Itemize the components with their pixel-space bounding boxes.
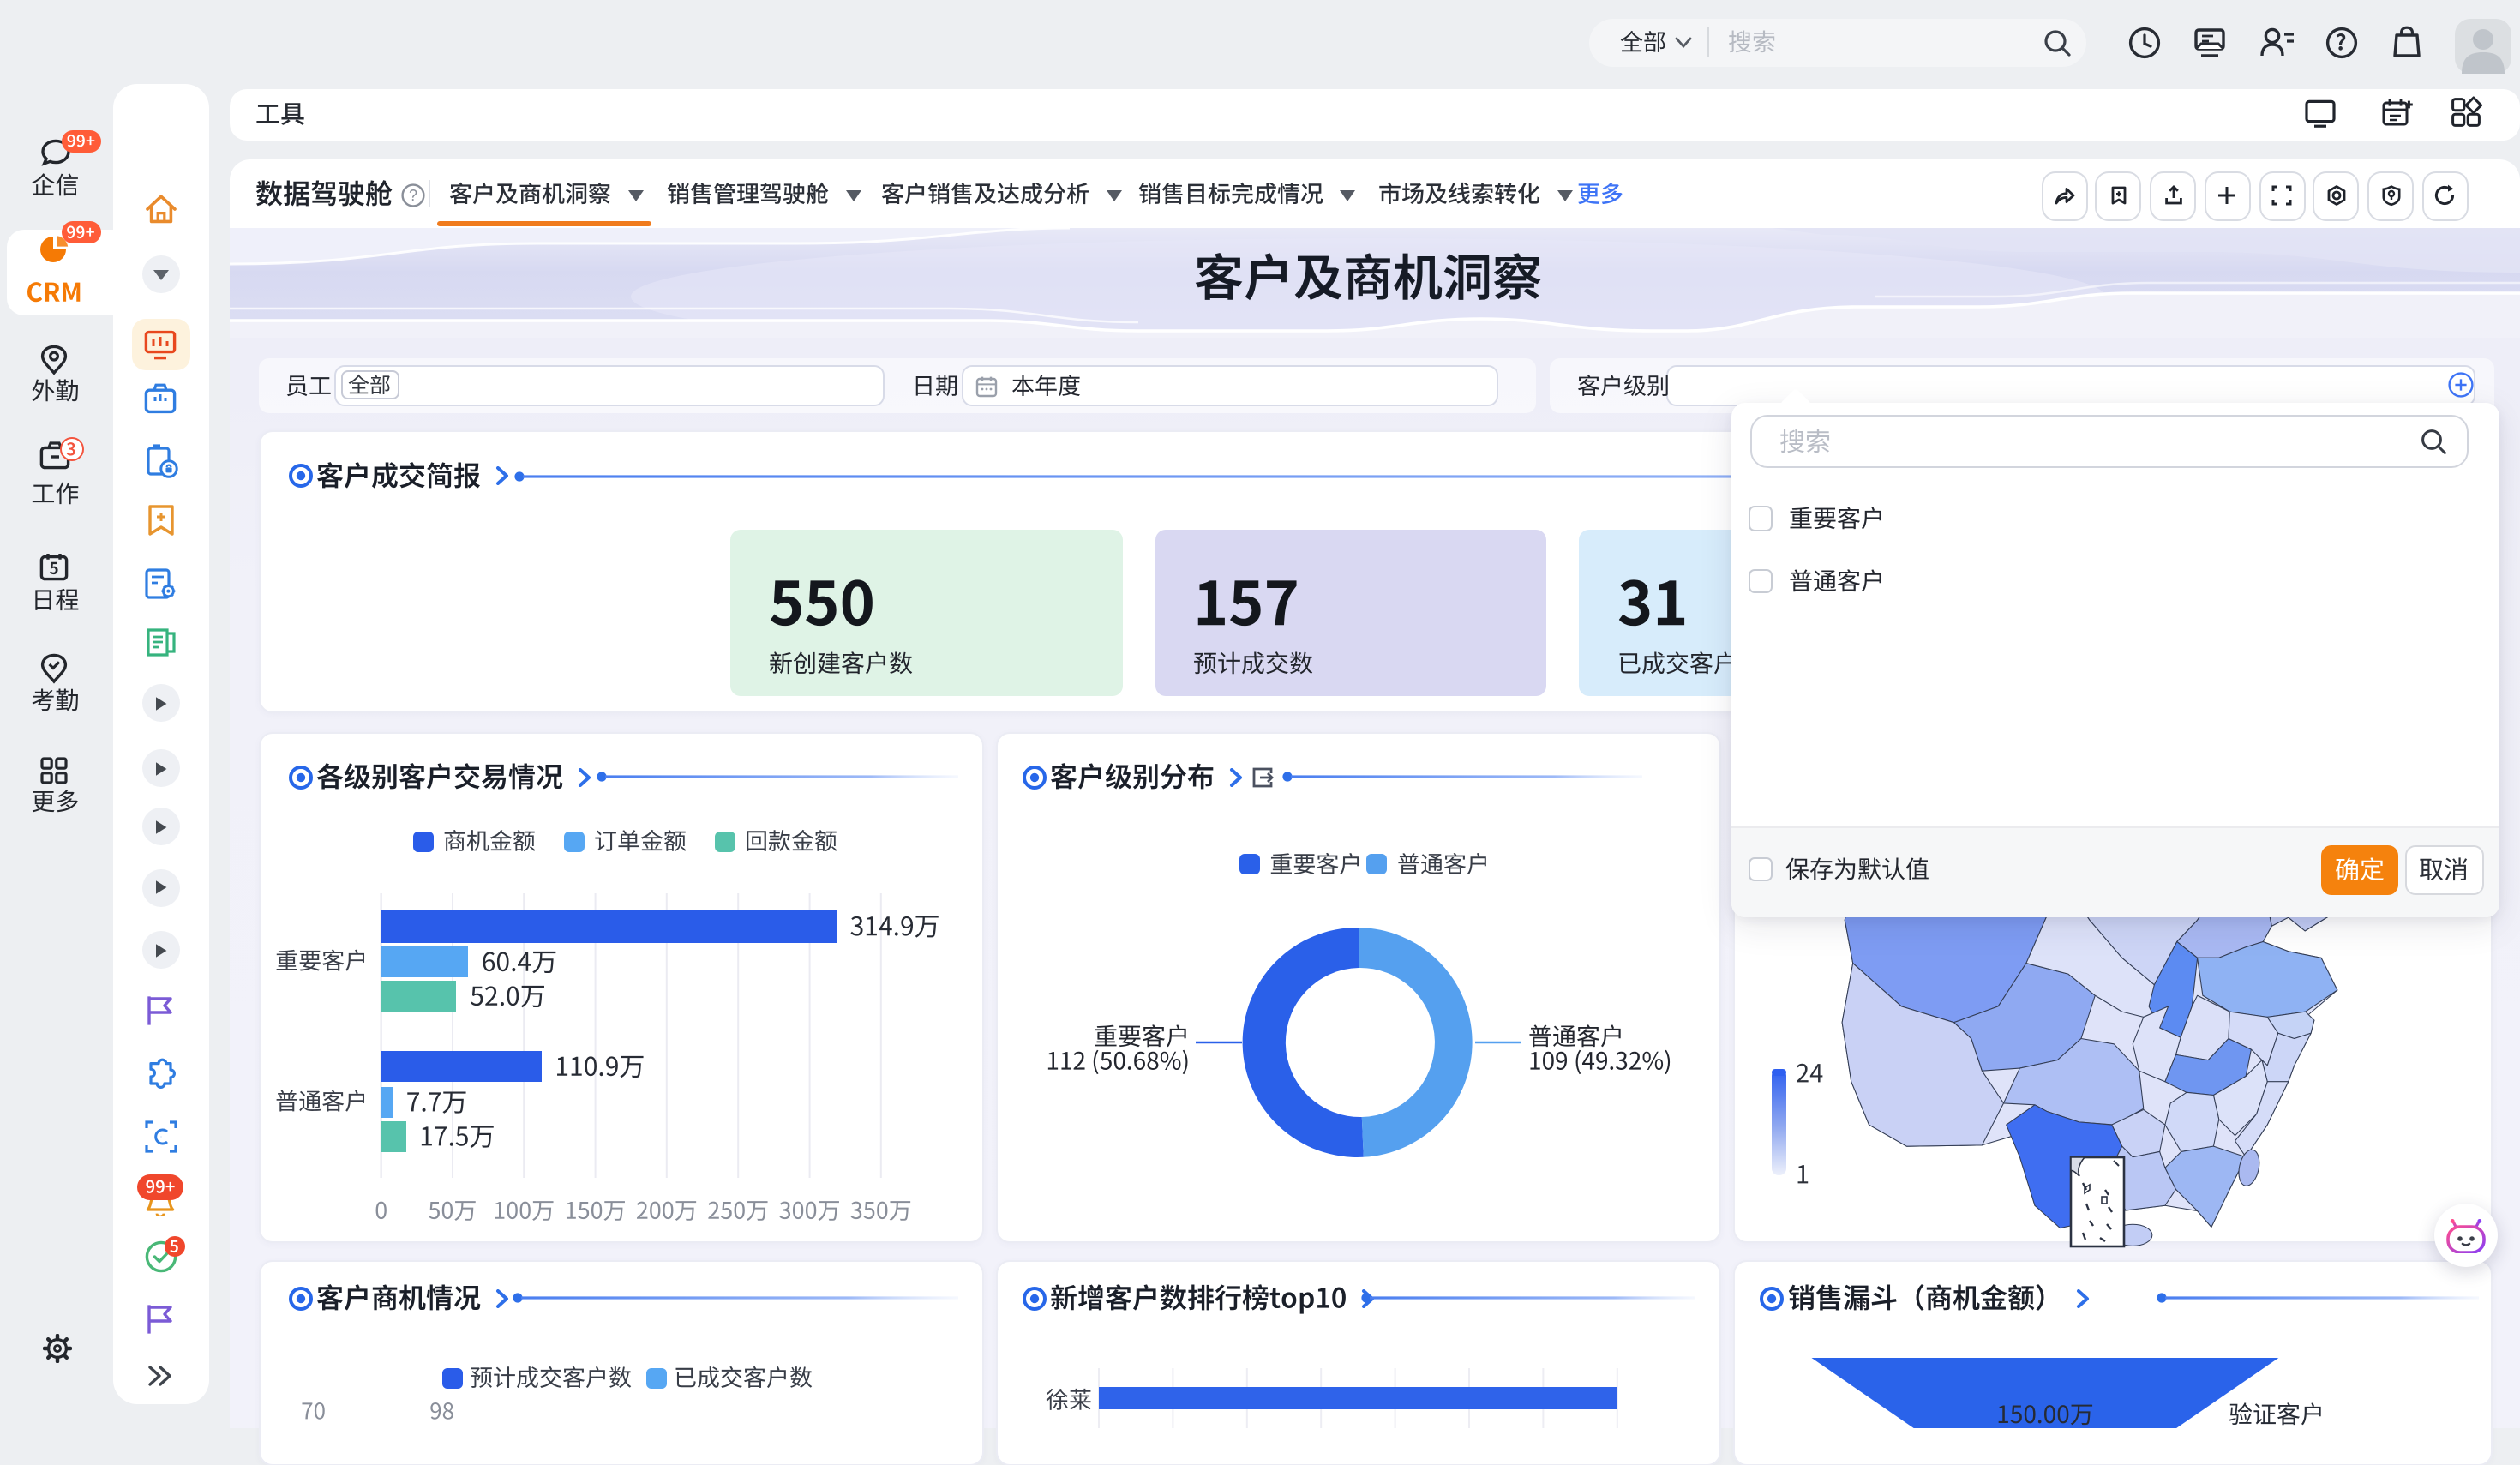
svg-text:?: ? (408, 186, 417, 203)
